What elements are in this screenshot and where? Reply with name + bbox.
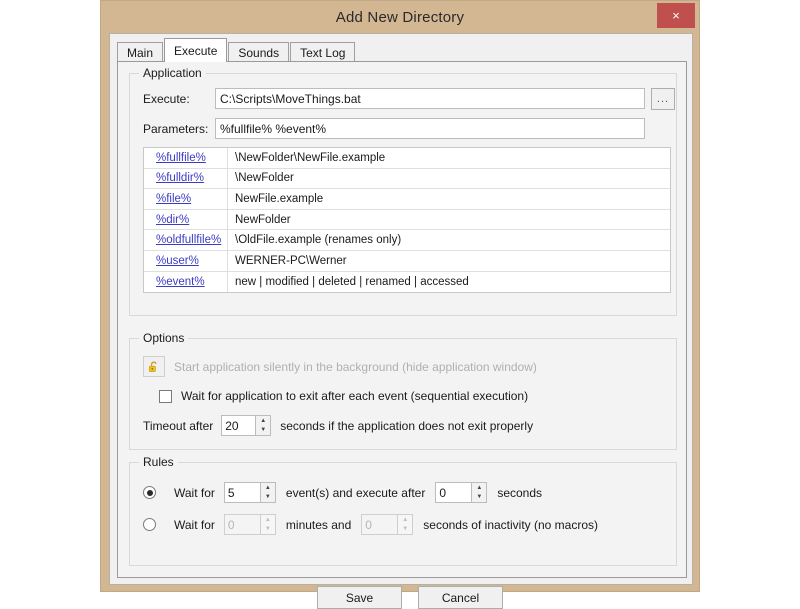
wait-exit-checkbox[interactable] <box>159 389 172 403</box>
rule-events-input[interactable] <box>223 482 260 503</box>
rule-events-middle-label: event(s) and execute after <box>285 485 426 500</box>
variable-value: \NewFolder\NewFile.example <box>235 151 386 164</box>
save-button[interactable]: Save <box>317 586 402 609</box>
options-group-title: Options <box>139 331 189 345</box>
chevron-up-icon[interactable]: ▲ <box>256 416 270 426</box>
chevron-down-icon[interactable]: ▼ <box>261 525 275 535</box>
timeout-suffix-label: seconds if the application does not exit… <box>280 418 534 433</box>
rule-delay-stepper-arrows[interactable]: ▲ ▼ <box>471 482 488 503</box>
variable-key[interactable]: %user% <box>144 250 228 271</box>
chevron-up-icon[interactable]: ▲ <box>261 483 275 493</box>
execute-label: Execute: <box>143 92 190 106</box>
wait-exit-row[interactable]: Wait for application to exit after each … <box>159 389 528 403</box>
variable-value: \OldFile.example (renames only) <box>235 234 402 247</box>
chevron-down-icon[interactable]: ▼ <box>261 493 275 503</box>
rule-minutes-stepper[interactable]: ▲ ▼ <box>223 514 276 535</box>
table-row[interactable]: %fullfile% \NewFolder\NewFile.example <box>144 148 670 169</box>
rule-events-stepper[interactable]: ▲ ▼ <box>223 482 276 503</box>
rule-inactivity-middle-label: minutes and <box>285 517 352 532</box>
rule-inactivity-row[interactable]: Wait for ▲ ▼ minutes and ▲ ▼ secon <box>143 514 598 535</box>
parameters-input[interactable] <box>215 118 645 139</box>
timeout-input[interactable] <box>221 415 256 436</box>
rule-events-prefix-label: Wait for <box>174 485 215 500</box>
variable-key[interactable]: %event% <box>144 271 228 292</box>
parameters-label: Parameters: <box>143 122 209 136</box>
chevron-up-icon[interactable]: ▲ <box>261 515 275 525</box>
table-row[interactable]: %dir% NewFolder <box>144 209 670 231</box>
timeout-prefix-label: Timeout after <box>143 418 214 433</box>
table-row[interactable]: %event% new | modified | deleted | renam… <box>144 271 670 292</box>
rule-events-row[interactable]: Wait for ▲ ▼ event(s) and execute after … <box>143 482 542 503</box>
application-group-title: Application <box>139 66 206 80</box>
timeout-row[interactable]: Timeout after ▲ ▼ seconds if the applica… <box>143 415 533 436</box>
tab-page-execute: Application Execute: ... Parameters: %fu… <box>117 62 687 609</box>
tab-main[interactable]: Main <box>117 42 164 62</box>
window-title: Add New Directory <box>335 8 465 26</box>
rule-inactivity-prefix-label: Wait for <box>174 517 215 532</box>
title-bar: Add New Directory × <box>101 1 699 33</box>
variables-table[interactable]: %fullfile% \NewFolder\NewFile.example %f… <box>143 147 671 293</box>
chevron-down-icon[interactable]: ▼ <box>398 525 412 535</box>
timeout-stepper-arrows[interactable]: ▲ ▼ <box>255 415 272 436</box>
rule-minutes-stepper-arrows[interactable]: ▲ ▼ <box>259 514 276 535</box>
cancel-button[interactable]: Cancel <box>418 586 503 609</box>
table-row[interactable]: %fulldir% \NewFolder <box>144 168 670 190</box>
tab-execute[interactable]: Execute <box>164 38 228 62</box>
execute-input[interactable] <box>215 88 645 109</box>
client-area: Main Execute Sounds Text Log Application… <box>109 33 693 609</box>
rule-delay-stepper[interactable]: ▲ ▼ <box>435 482 488 503</box>
wait-exit-label: Wait for application to exit after each … <box>181 389 529 403</box>
variable-key[interactable]: %fullfile% <box>144 148 228 168</box>
variable-value: WERNER-PC\Werner <box>235 254 347 267</box>
close-icon[interactable]: × <box>657 3 695 28</box>
table-row[interactable]: %oldfullfile% \OldFile.example (renames … <box>144 230 670 251</box>
variable-value: NewFile.example <box>235 192 324 205</box>
variable-key[interactable]: %fulldir% <box>144 168 228 189</box>
rule-events-stepper-arrows[interactable]: ▲ ▼ <box>259 482 276 503</box>
variable-value: \NewFolder <box>235 172 294 185</box>
dialog-window: Add New Directory × Main Execute Sounds … <box>100 0 700 609</box>
rule-events-suffix-label: seconds <box>497 485 543 500</box>
rule-inactivity-seconds-input[interactable] <box>361 514 398 535</box>
silent-option-row[interactable]: Start application silently in the backgr… <box>143 356 537 377</box>
table-row[interactable]: %file% NewFile.example <box>144 189 670 210</box>
silent-option-label: Start application silently in the backgr… <box>174 359 537 374</box>
rule-events-radio[interactable] <box>143 486 156 499</box>
variable-key[interactable]: %dir% <box>144 209 228 230</box>
rule-delay-input[interactable] <box>435 482 472 503</box>
tab-strip: Main Execute Sounds Text Log <box>117 38 356 62</box>
rule-inactivity-suffix-label: seconds of inactivity (no macros) <box>423 517 599 532</box>
browse-button[interactable]: ... <box>651 88 675 110</box>
rule-inactivity-seconds-stepper-arrows[interactable]: ▲ ▼ <box>397 514 414 535</box>
timeout-stepper[interactable]: ▲ ▼ <box>221 415 272 436</box>
variable-value: new | modified | deleted | renamed | acc… <box>235 275 469 288</box>
rule-inactivity-radio[interactable] <box>143 518 156 531</box>
chevron-down-icon[interactable]: ▼ <box>256 426 270 436</box>
chevron-down-icon[interactable]: ▼ <box>472 493 486 503</box>
variable-key[interactable]: %oldfullfile% <box>144 230 228 250</box>
tab-text-log[interactable]: Text Log <box>290 42 356 62</box>
chevron-up-icon[interactable]: ▲ <box>398 515 412 525</box>
variable-value: NewFolder <box>235 213 291 226</box>
rule-minutes-input[interactable] <box>223 514 260 535</box>
rule-inactivity-seconds-stepper[interactable]: ▲ ▼ <box>361 514 414 535</box>
rules-group-title: Rules <box>139 455 178 469</box>
table-row[interactable]: %user% WERNER-PC\Werner <box>144 250 670 272</box>
variable-key[interactable]: %file% <box>144 189 228 209</box>
unlocked-padlock-icon[interactable] <box>143 356 165 377</box>
chevron-up-icon[interactable]: ▲ <box>472 483 486 493</box>
tab-sounds[interactable]: Sounds <box>228 42 290 62</box>
